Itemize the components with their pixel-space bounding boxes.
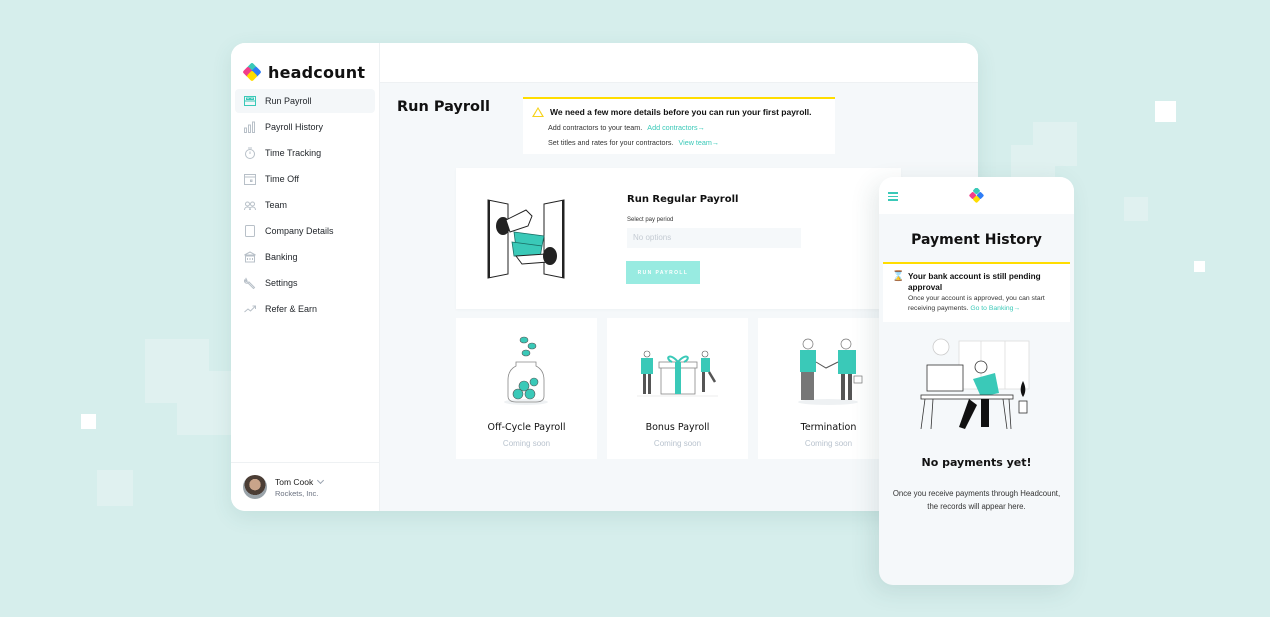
sidebar-item-company-details[interactable]: Company Details [235,219,375,243]
bank-icon [244,251,256,263]
bonus-payroll-card[interactable]: Bonus Payroll Coming soon [607,318,748,459]
coin-jar-illustration [504,336,548,405]
sidebar-item-team[interactable]: Team [235,193,375,217]
sidebar-item-label: Banking [265,252,298,262]
trend-icon [244,303,256,315]
sidebar-item-time-tracking[interactable]: Time Tracking [235,141,375,165]
user-name: Tom Cook [275,476,314,487]
sidebar-item-run-payroll[interactable]: Run Payroll [235,89,375,113]
page-title: Run Payroll [397,99,490,115]
alert-line: Add contractors to your team. Add contra… [548,123,705,132]
avatar [243,475,267,499]
wrench-icon [244,277,256,289]
sidebar-item-label: Payroll History [265,122,324,132]
money-handoff-illustration [487,199,565,279]
empty-state-description: Once you receive payments through Headco… [892,489,1061,511]
headcount-logo-icon [242,62,262,82]
sidebar-item-payroll-history[interactable]: Payroll History [235,115,375,139]
decorative-square [177,371,232,435]
card-title: Bonus Payroll [645,422,710,433]
hamburger-menu-icon[interactable] [888,192,898,203]
logo[interactable]: headcount [231,43,379,87]
card-subtitle: Coming soon [502,439,551,448]
termination-card[interactable]: Termination Coming soon [758,318,899,459]
sidebar-item-refer-earn[interactable]: Refer & Earn [235,297,375,321]
regular-payroll-title: Run Regular Payroll [627,194,739,205]
sidebar-item-label: Time Tracking [265,148,322,158]
user-profile[interactable]: Tom Cook Rockets, Inc. [231,462,379,511]
card-title: Termination [800,422,857,433]
gift-celebration-illustration [637,350,718,397]
alert-heading: We need a few more details before you ca… [550,107,812,117]
mobile-page-title: Payment History [911,232,1042,248]
sidebar-item-time-off[interactable]: Time Off [235,167,375,191]
handshake-illustration [798,338,863,405]
calendar-icon [244,173,256,185]
sidebar: headcount Run Payroll Payroll History Ti… [231,43,380,511]
decorative-square [1194,261,1205,272]
pay-period-select[interactable]: No options [627,228,801,248]
bar-chart-icon [244,121,256,133]
stopwatch-icon [244,147,256,159]
mobile-app-window: Payment History ⌛ Your bank account is s… [879,177,1074,585]
off-cycle-payroll-card[interactable]: Off-Cycle Payroll Coming soon [456,318,597,459]
card-subtitle: Coming soon [804,439,853,448]
sidebar-item-label: Team [265,200,288,210]
payroll-icon [244,95,256,107]
pay-period-label: Select pay period [627,217,674,223]
mobile-top-bar [879,177,1074,214]
decorative-square [1155,101,1176,122]
run-regular-payroll-card: Run Regular Payroll Select pay period No… [456,168,901,309]
desktop-app-window: headcount Run Payroll Payroll History Ti… [231,43,978,511]
view-team-link[interactable]: View team→ [678,138,719,147]
hourglass-icon: ⌛ [892,271,905,282]
top-bar [380,43,978,83]
alert-heading-row: We need a few more details before you ca… [532,107,812,117]
alert-text: Add contractors to your team. [548,123,643,132]
clipboard-icon [244,225,256,237]
bank-pending-alert: ⌛ Your bank account is still pending app… [883,262,1070,322]
headcount-logo-icon[interactable] [969,187,984,203]
empty-state-illustration [920,338,1030,430]
add-contractors-link[interactable]: Add contractors→ [647,123,705,132]
company-name: Rockets, Inc. [275,488,319,498]
sidebar-item-label: Run Payroll [265,96,312,106]
alert-body: Once your account is approved, you can s… [908,294,1073,314]
warning-icon [532,107,544,117]
run-payroll-button[interactable]: RUN PAYROLL [626,261,700,284]
app-name: headcount [268,62,366,82]
decorative-square [81,414,96,429]
profile-name: Tom Cook [275,476,325,487]
people-icon [244,199,256,211]
card-subtitle: Coming soon [653,439,702,448]
alert-line: Set titles and rates for your contractor… [548,138,719,147]
alert-heading: Your bank account is still pending appro… [908,272,1041,292]
sidebar-item-label: Company Details [265,226,334,236]
sidebar-item-label: Settings [265,278,298,288]
empty-state-title: No payments yet! [921,456,1032,469]
decorative-square [1124,197,1148,221]
decorative-square [97,470,133,506]
alert-text: Set titles and rates for your contractor… [548,138,674,147]
chevron-down-icon[interactable] [317,476,325,484]
sidebar-item-settings[interactable]: Settings [235,271,375,295]
card-title: Off-Cycle Payroll [487,422,566,433]
sidebar-item-label: Refer & Earn [265,304,318,314]
sidebar-item-banking[interactable]: Banking [235,245,375,269]
sidebar-nav: Run Payroll Payroll History Time Trackin… [231,89,379,321]
setup-alert: We need a few more details before you ca… [523,97,835,154]
go-to-banking-link[interactable]: Go to Banking→ [970,305,1020,312]
sidebar-item-label: Time Off [265,174,300,184]
